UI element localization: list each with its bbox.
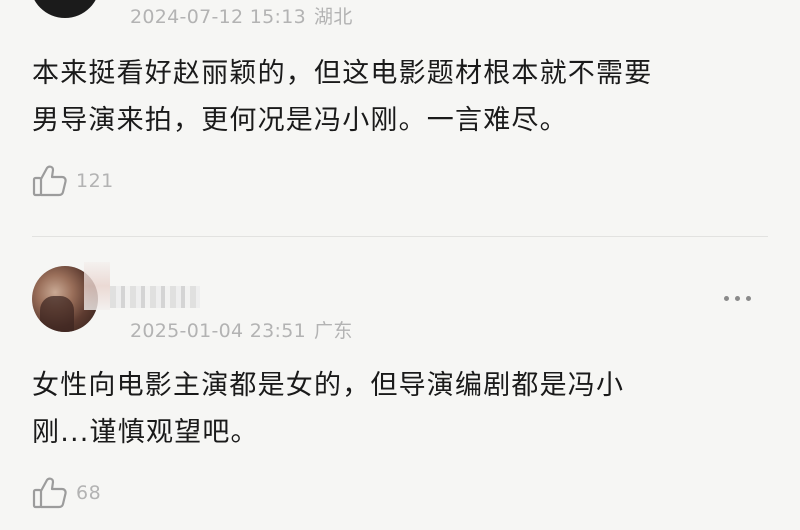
comment-text: 本来挺看好赵丽颖的，但这电影题材根本就不需要 男导演来拍，更何况是冯小刚。一言难… <box>32 50 652 144</box>
avatar[interactable] <box>30 0 100 18</box>
thumbs-up-icon <box>32 164 68 198</box>
like-button[interactable]: 121 <box>32 164 114 198</box>
comment-line: 女性向电影主演都是女的，但导演编剧都是冯小 <box>32 370 625 401</box>
like-count: 121 <box>76 170 114 192</box>
comment-date: 2025-01-04 23:51 <box>130 320 307 342</box>
divider <box>32 236 768 237</box>
like-count: 68 <box>76 482 102 504</box>
comment-line: 男导演来拍，更何况是冯小刚。一言难尽。 <box>32 105 568 136</box>
comment-text: 女性向电影主演都是女的，但导演编剧都是冯小 刚...谨慎观望吧。 <box>32 362 624 456</box>
comment-meta: 2025-01-04 23:51 广东 <box>130 316 353 343</box>
comment-location: 湖北 <box>314 6 353 28</box>
thumbs-up-icon <box>32 476 68 510</box>
comment-line: 刚...谨慎观望吧。 <box>32 417 259 448</box>
like-button[interactable]: 68 <box>32 476 101 510</box>
more-options-icon[interactable] <box>724 296 751 301</box>
comment-line: 本来挺看好赵丽颖的，但这电影题材根本就不需要 <box>32 58 653 89</box>
comment-location: 广东 <box>314 320 353 342</box>
blurred-username <box>110 286 200 308</box>
comment-feed: 2024-07-12 15:13 湖北 本来挺看好赵丽颖的，但这电影题材根本就不需… <box>0 0 800 530</box>
comment-date: 2024-07-12 15:13 <box>130 6 307 28</box>
comment-meta: 2024-07-12 15:13 湖北 <box>130 2 353 29</box>
blurred-badge <box>84 262 110 310</box>
